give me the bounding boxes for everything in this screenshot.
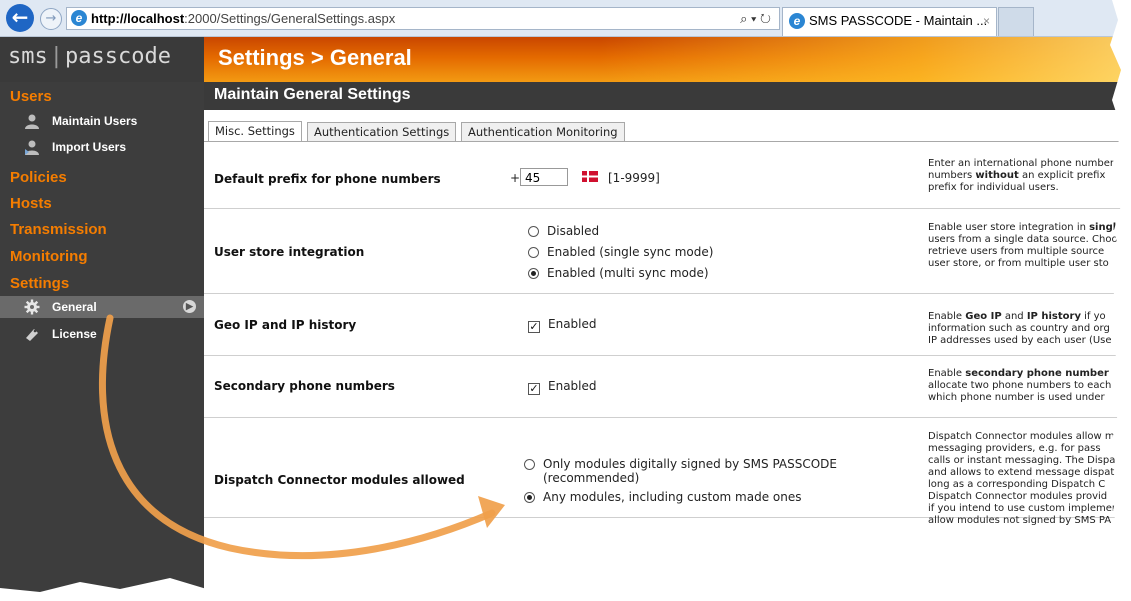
radio-button[interactable] bbox=[528, 247, 539, 258]
user-store-description: Enable user store integration in singl u… bbox=[928, 222, 1118, 269]
checkbox-checked[interactable]: ✓ bbox=[528, 321, 540, 333]
ie-icon: e bbox=[789, 13, 805, 29]
secondary-phone-checkbox[interactable]: ✓ Enabled bbox=[528, 379, 597, 395]
user-store-option-disabled[interactable]: Disabled bbox=[528, 224, 599, 238]
denmark-flag-icon bbox=[582, 171, 598, 182]
checkbox-checked[interactable]: ✓ bbox=[528, 383, 540, 395]
sidebar-item-general[interactable]: General ▶ bbox=[0, 296, 204, 318]
close-icon[interactable]: × bbox=[983, 8, 990, 34]
tab-underline bbox=[204, 141, 1131, 142]
setting-row-dispatch-connector: Dispatch Connector modules allowed Only … bbox=[204, 417, 1131, 526]
geo-ip-description: Enable Geo IP and IP history if yo infor… bbox=[928, 311, 1112, 346]
tab-authentication-settings[interactable]: Authentication Settings bbox=[307, 122, 457, 142]
tab-authentication-monitoring[interactable]: Authentication Monitoring bbox=[461, 122, 625, 142]
new-tab-button[interactable] bbox=[998, 7, 1034, 36]
dispatch-connector-description: Dispatch Connector modules allow m messa… bbox=[928, 431, 1119, 526]
import-user-icon bbox=[25, 140, 39, 155]
geo-ip-label: Geo IP and IP history bbox=[214, 318, 357, 332]
radio-button-selected[interactable] bbox=[528, 268, 539, 279]
prefix-input[interactable]: 45 bbox=[520, 168, 568, 186]
sidebar-category-policies[interactable]: Policies bbox=[10, 169, 67, 186]
sidebar-category-settings[interactable]: Settings bbox=[10, 275, 69, 292]
prefix-label: Default prefix for phone numbers bbox=[214, 172, 441, 186]
chevron-right-icon: ▶ bbox=[183, 300, 196, 313]
sidebar-category-users[interactable]: Users bbox=[10, 88, 52, 105]
setting-row-user-store: User store integration Disabled Enabled … bbox=[204, 208, 1131, 294]
prefix-description: Enter an international phone number numb… bbox=[928, 158, 1114, 193]
back-button[interactable]: ← bbox=[6, 4, 34, 32]
section-title: Maintain General Settings bbox=[214, 86, 411, 103]
search-refresh-icon[interactable]: ⌕ ▾ ↻ bbox=[740, 8, 771, 29]
browser-tab[interactable]: e SMS PASSCODE - Maintain ... × bbox=[782, 7, 997, 36]
sidebar-item-import-users[interactable]: Import Users bbox=[0, 136, 204, 158]
user-icon bbox=[25, 114, 39, 129]
dispatch-option-any[interactable]: Any modules, including custom made ones bbox=[524, 490, 802, 504]
prefix-plus: + bbox=[510, 171, 521, 185]
radio-button[interactable] bbox=[528, 226, 539, 237]
radio-button-selected[interactable] bbox=[524, 492, 535, 503]
dispatch-option-signed-only[interactable]: Only modules digitally signed by SMS PAS… bbox=[524, 457, 837, 485]
setting-row-geo-ip: Geo IP and IP history ✓ Enabled Enable Ge… bbox=[204, 293, 1131, 356]
gear-icon bbox=[24, 299, 40, 315]
prefix-range: [1-9999] bbox=[608, 171, 660, 185]
tab-misc-settings[interactable]: Misc. Settings bbox=[208, 121, 302, 142]
ie-icon: e bbox=[71, 10, 87, 26]
license-icon bbox=[26, 329, 38, 341]
dispatch-connector-label: Dispatch Connector modules allowed bbox=[214, 473, 465, 487]
sidebar-item-maintain-users[interactable]: Maintain Users bbox=[0, 110, 204, 132]
geo-ip-checkbox[interactable]: ✓ Enabled bbox=[528, 317, 597, 333]
url-host: http://localhost bbox=[91, 11, 185, 26]
user-store-option-multi[interactable]: Enabled (multi sync mode) bbox=[528, 266, 709, 280]
sidebar-item-license[interactable]: License bbox=[0, 323, 204, 345]
setting-row-secondary-phone: Secondary phone numbers ✓ Enabled Enable … bbox=[204, 355, 1131, 418]
sidebar-category-monitoring[interactable]: Monitoring bbox=[10, 248, 87, 265]
address-bar[interactable]: e http://localhost:2000/Settings/GeneralS… bbox=[66, 7, 780, 30]
setting-row-prefix: Default prefix for phone numbers + 45 [1… bbox=[204, 148, 1131, 209]
forward-button[interactable]: → bbox=[40, 8, 62, 30]
tab-title: SMS PASSCODE - Maintain ... bbox=[809, 13, 988, 28]
url-path: :2000/Settings/GeneralSettings.aspx bbox=[184, 11, 396, 26]
logo: sms|passcode bbox=[8, 44, 171, 69]
secondary-phone-label: Secondary phone numbers bbox=[214, 379, 395, 393]
user-store-label: User store integration bbox=[214, 245, 365, 259]
page-title: Settings > General bbox=[218, 45, 412, 70]
sidebar-category-transmission[interactable]: Transmission bbox=[10, 221, 107, 238]
sidebar-category-hosts[interactable]: Hosts bbox=[10, 195, 52, 212]
radio-button[interactable] bbox=[524, 459, 535, 470]
user-store-option-single[interactable]: Enabled (single sync mode) bbox=[528, 245, 713, 259]
secondary-phone-description: Enable secondary phone number allocate t… bbox=[928, 368, 1112, 403]
